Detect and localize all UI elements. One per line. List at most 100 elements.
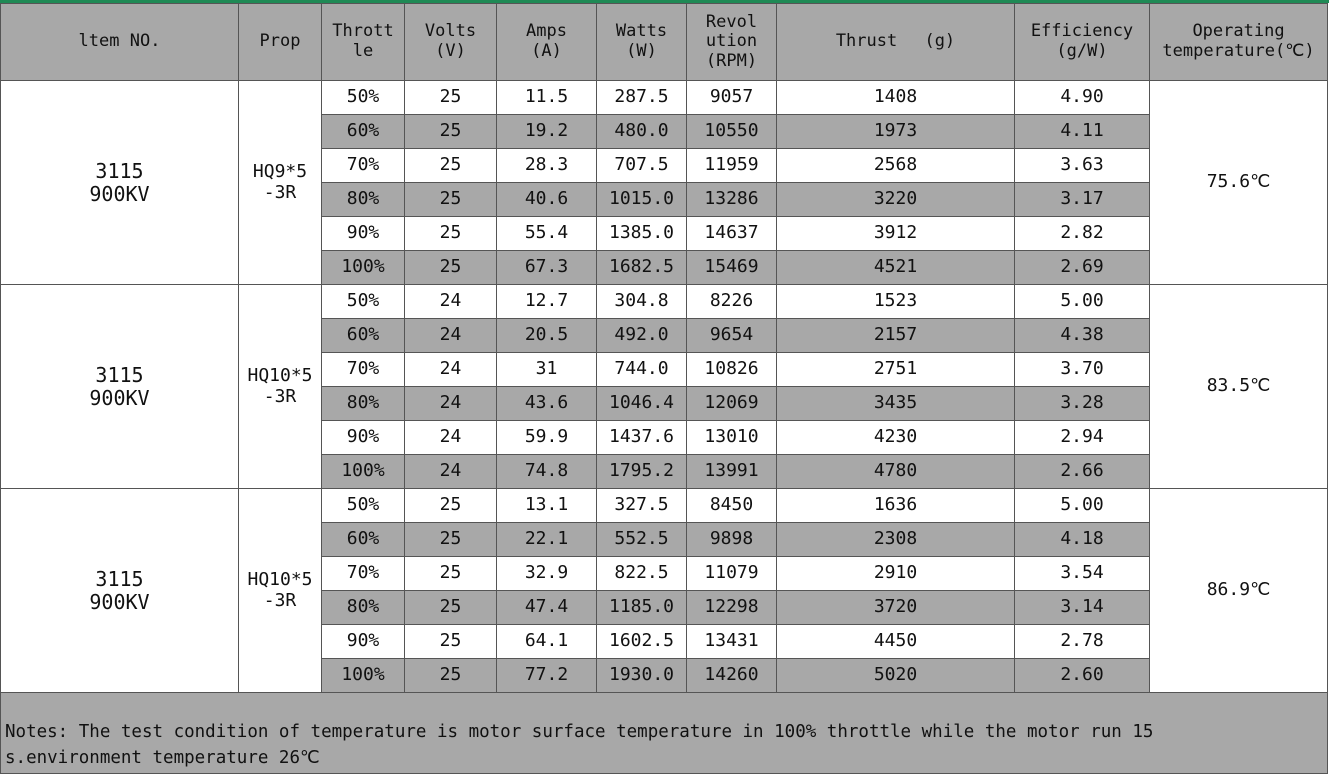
item-model-line: 900KV (89, 181, 150, 206)
watts-cell: 1046.4 (596, 386, 687, 421)
throttle-cell: 90% (321, 420, 405, 455)
throttle-cell: 100% (321, 658, 405, 693)
thrust-cell: 4780 (776, 454, 1015, 489)
amps-cell: 74.8 (496, 454, 597, 489)
thrust-cell: 1973 (776, 114, 1015, 149)
volts-cell: 24 (404, 454, 497, 489)
item-model-line: 3115 (95, 362, 144, 387)
throttle-cell: 60% (321, 522, 405, 557)
volts-cell: 25 (404, 114, 497, 149)
volts-cell: 25 (404, 250, 497, 285)
throttle-cell: 50% (321, 80, 405, 115)
volts-cell: 25 (404, 148, 497, 183)
volts-cell: 25 (404, 658, 497, 693)
header-row: ltem NO. Prop Thrott le Volts (V) Amps (A) … (0, 3, 1328, 81)
prop-line: -3R (263, 181, 297, 203)
efficiency-cell: 2.60 (1014, 658, 1150, 693)
volts-cell: 24 (404, 318, 497, 353)
amps-cell: 32.9 (496, 556, 597, 591)
volts-cell: 24 (404, 284, 497, 319)
throttle-cell: 60% (321, 318, 405, 353)
watts-cell: 1385.0 (596, 216, 687, 251)
header-watts: Watts (W) (596, 3, 687, 81)
watts-cell: 744.0 (596, 352, 687, 387)
efficiency-cell: 4.18 (1014, 522, 1150, 557)
notes-row: Notes: The test condition of temperature… (0, 692, 1328, 774)
efficiency-cell: 4.11 (1014, 114, 1150, 149)
thrust-cell: 2308 (776, 522, 1015, 557)
revolution-cell: 9654 (686, 318, 777, 353)
efficiency-cell: 3.70 (1014, 352, 1150, 387)
watts-cell: 707.5 (596, 148, 687, 183)
revolution-cell: 11959 (686, 148, 777, 183)
efficiency-cell: 5.00 (1014, 284, 1150, 319)
volts-cell: 25 (404, 522, 497, 557)
volts-cell: 25 (404, 624, 497, 659)
amps-cell: 67.3 (496, 250, 597, 285)
thrust-cell: 4521 (776, 250, 1015, 285)
throttle-cell: 70% (321, 352, 405, 387)
motor-test-table: ltem NO. Prop Thrott le Volts (V) Amps (A) … (0, 3, 1328, 774)
efficiency-cell: 2.78 (1014, 624, 1150, 659)
amps-cell: 55.4 (496, 216, 597, 251)
watts-cell: 1795.2 (596, 454, 687, 489)
revolution-cell: 12069 (686, 386, 777, 421)
amps-cell: 31 (496, 352, 597, 387)
notes-cell: Notes: The test condition of temperature… (0, 692, 1328, 774)
table-row: 3115 900KV HQ10*5 -3R 50% 24 12.7 304.8 8226 1523… (0, 284, 1328, 489)
amps-cell: 77.2 (496, 658, 597, 693)
thrust-cell: 3220 (776, 182, 1015, 217)
throttle-cell: 70% (321, 148, 405, 183)
header-thrust: Thrust (g) (776, 3, 1015, 81)
table-row: 3115 900KV HQ9*5 -3R 50% 25 11.5 287.5 9057 1408 4… (0, 80, 1328, 285)
volts-cell: 25 (404, 182, 497, 217)
watts-cell: 822.5 (596, 556, 687, 591)
amps-cell: 43.6 (496, 386, 597, 421)
header-item-no: ltem NO. (0, 3, 239, 81)
throttle-cell: 60% (321, 114, 405, 149)
revolution-cell: 8226 (686, 284, 777, 319)
thrust-cell: 2157 (776, 318, 1015, 353)
efficiency-cell: 3.28 (1014, 386, 1150, 421)
efficiency-cell: 4.90 (1014, 80, 1150, 115)
efficiency-cell: 3.17 (1014, 182, 1150, 217)
watts-cell: 1682.5 (596, 250, 687, 285)
throttle-cell: 100% (321, 454, 405, 489)
header-amps: Amps (A) (496, 3, 597, 81)
item-model-line: 900KV (89, 385, 150, 410)
revolution-cell: 14260 (686, 658, 777, 693)
volts-cell: 24 (404, 386, 497, 421)
volts-cell: 24 (404, 352, 497, 387)
amps-cell: 20.5 (496, 318, 597, 353)
amps-cell: 47.4 (496, 590, 597, 625)
revolution-cell: 13431 (686, 624, 777, 659)
throttle-cell: 50% (321, 488, 405, 523)
efficiency-cell: 2.94 (1014, 420, 1150, 455)
table-row: 3115 900KV HQ10*5 -3R 50% 25 13.1 327.5 8450 1636… (0, 488, 1328, 693)
header-revolution: Revol ution (RPM) (686, 3, 777, 81)
item-model-line: 900KV (89, 589, 150, 614)
prop-cell: HQ9*5 -3R (238, 80, 322, 285)
notes-line: s.environment temperature 26℃ (5, 747, 320, 768)
revolution-cell: 11079 (686, 556, 777, 591)
amps-cell: 19.2 (496, 114, 597, 149)
watts-cell: 327.5 (596, 488, 687, 523)
item-model-cell: 3115 900KV (0, 80, 239, 285)
header-throttle: Thrott le (321, 3, 405, 81)
throttle-cell: 90% (321, 624, 405, 659)
throttle-cell: 80% (321, 182, 405, 217)
amps-cell: 13.1 (496, 488, 597, 523)
thrust-cell: 3720 (776, 590, 1015, 625)
volts-cell: 25 (404, 216, 497, 251)
efficiency-cell: 2.69 (1014, 250, 1150, 285)
throttle-cell: 80% (321, 386, 405, 421)
watts-cell: 1185.0 (596, 590, 687, 625)
prop-line: -3R (263, 589, 297, 611)
volts-cell: 25 (404, 488, 497, 523)
notes-line: Notes: The test condition of temperature… (5, 722, 1154, 743)
header-operating-temperature: Operating temperature(℃) (1149, 3, 1328, 81)
prop-cell: HQ10*5 -3R (238, 284, 322, 489)
revolution-cell: 8450 (686, 488, 777, 523)
amps-cell: 28.3 (496, 148, 597, 183)
watts-cell: 480.0 (596, 114, 687, 149)
